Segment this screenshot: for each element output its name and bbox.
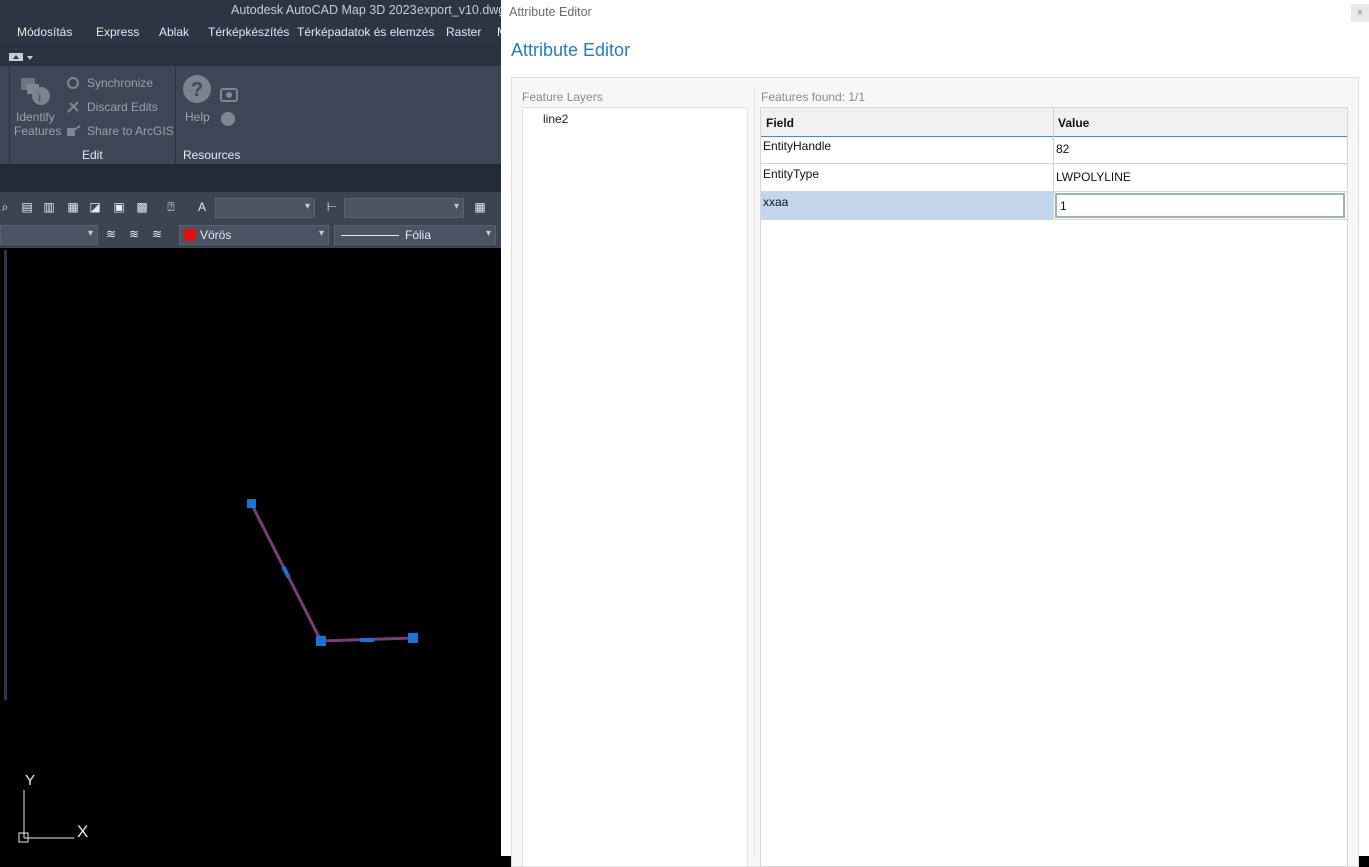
features-found-label: Features found: 1/1	[761, 90, 866, 104]
discard-edits-icon[interactable]	[66, 100, 82, 114]
menu-express[interactable]: Express	[96, 25, 139, 39]
linetype-combo[interactable]: Fólia ▾	[334, 225, 496, 245]
app-title: Autodesk AutoCAD Map 3D 2023	[231, 3, 417, 17]
value-edit-input[interactable]	[1055, 193, 1345, 218]
layer-previous-icon[interactable]: ≋	[148, 225, 166, 243]
table-row-selected[interactable]: xxaa	[761, 192, 1347, 220]
app-title-bar: Autodesk AutoCAD Map 3D 2023 export_v10.…	[0, 0, 501, 22]
sheet-set-icon[interactable]: ▥	[40, 198, 58, 216]
ucs-x-label: X	[77, 822, 88, 841]
attribute-editor-window: Attribute Editor × Attribute Editor Feat…	[501, 0, 1369, 867]
polyline-grip-midpoint-2[interactable]	[360, 638, 374, 642]
globe-icon[interactable]	[220, 111, 238, 127]
polyline-grip-start[interactable]	[247, 499, 256, 508]
value-cell-editing[interactable]	[1053, 192, 1347, 219]
identify-features-label-2[interactable]: Features	[14, 124, 61, 138]
text-style-icon[interactable]: A	[193, 198, 211, 216]
linetype-value: Fólia	[405, 228, 432, 242]
layer-combo[interactable]: ▾	[0, 225, 98, 245]
table-row[interactable]: EntityHandle 82	[761, 136, 1347, 164]
svg-text:?: ?	[191, 79, 203, 101]
drawing-canvas[interactable]: Y X	[0, 250, 501, 856]
calculator-icon[interactable]: ▩	[133, 198, 151, 216]
panel-splitter[interactable]	[754, 87, 755, 857]
color-combo[interactable]: Vörös ▾	[179, 225, 329, 245]
panel-resources-label: Resources	[183, 148, 241, 162]
markup-icon[interactable]: ◪	[86, 198, 104, 216]
menu-terkepkeszites[interactable]: Térképkészítés	[208, 25, 289, 39]
menu-modositas[interactable]: Módosítás	[17, 25, 72, 39]
ucs-y-label: Y	[25, 772, 35, 789]
value-cell[interactable]: LWPOLYLINE	[1053, 164, 1347, 191]
grid-header: Field Value	[761, 108, 1347, 137]
discard-edits-label[interactable]: Discard Edits	[87, 100, 158, 114]
block-icon[interactable]: ▣	[110, 198, 128, 216]
identify-features-icon[interactable]: i	[19, 74, 53, 108]
synchronize-icon[interactable]	[66, 76, 82, 90]
polyline-line2[interactable]	[249, 502, 414, 643]
quick-access-dropdown-icon[interactable]	[9, 52, 35, 62]
menu-raster[interactable]: Raster	[446, 25, 481, 39]
table-row[interactable]: EntityType LWPOLYLINE	[761, 164, 1347, 192]
window-title: Attribute Editor	[509, 5, 592, 19]
ribbon-tab-strip	[0, 42, 501, 66]
camera-icon[interactable]	[220, 86, 238, 102]
help-label[interactable]: Help	[185, 110, 210, 124]
ucs-icon	[18, 790, 74, 843]
zoom-icon[interactable]: ⌕	[0, 198, 14, 216]
menu-terkepadatok[interactable]: Térképadatok és elemzés	[297, 25, 434, 39]
drawing-tab-bar	[0, 164, 501, 192]
layer-match-icon[interactable]: ≋	[125, 225, 143, 243]
column-header-field[interactable]: Field	[766, 116, 794, 130]
field-cell: xxaa	[761, 192, 1053, 219]
linetype-preview	[341, 235, 399, 236]
color-swatch	[184, 229, 196, 241]
text-style-combo[interactable]: ▾	[215, 198, 315, 218]
polyline-grip-midpoint-1[interactable]	[281, 565, 291, 579]
column-separator[interactable]	[1053, 108, 1054, 136]
properties-toolbar: ⌕ ▤ ▥ ▦ ◪ ▣ ▩ ⍰ A ▾ ⊢ ▾ ▦ ▾ ≋ ≋ ≋ Vörös …	[0, 192, 501, 248]
synchronize-label[interactable]: Synchronize	[87, 76, 153, 90]
feature-layers-list: line2	[522, 107, 748, 867]
feature-layers-label: Feature Layers	[522, 90, 603, 104]
drawing-svg[interactable]: Y X	[0, 250, 501, 856]
color-value: Vörös	[200, 228, 232, 242]
close-button[interactable]: ×	[1351, 4, 1369, 22]
canvas-scroll-edge	[4, 250, 7, 700]
field-cell: EntityHandle	[763, 139, 832, 153]
value-cell[interactable]: 82	[1053, 136, 1347, 163]
dimension-style-icon[interactable]: ⊢	[323, 198, 341, 216]
share-to-arcgis-icon[interactable]	[66, 124, 82, 138]
panel-edit-label: Edit	[82, 148, 103, 162]
layer-properties-icon[interactable]: ▤	[18, 198, 36, 216]
identify-features-label-1[interactable]: Identify	[16, 110, 55, 124]
dimension-style-combo[interactable]: ▾	[344, 198, 464, 218]
ribbon-panel: i Identify Features Synchronize Discard …	[0, 66, 501, 164]
ribbon-separator	[9, 66, 10, 164]
table-style-icon[interactable]: ▦	[471, 198, 489, 216]
menu-ablak[interactable]: Ablak	[159, 25, 189, 39]
make-current-layer-icon[interactable]: ≋	[102, 225, 120, 243]
tool-palette-icon[interactable]: ▦	[64, 198, 82, 216]
help-icon[interactable]: ?	[182, 74, 212, 104]
help-circle-icon[interactable]: ⍰	[162, 198, 180, 216]
attribute-editor-heading: Attribute Editor	[511, 40, 631, 60]
share-to-arcgis-label[interactable]: Share to ArcGIS	[87, 124, 174, 138]
polyline-grip-end[interactable]	[408, 633, 418, 643]
layer-item-line2[interactable]: line2	[543, 112, 568, 126]
field-cell: EntityType	[763, 167, 820, 181]
menu-bar: Módosítás Express Ablak Térképkészítés T…	[0, 22, 501, 42]
polyline-grip-vertex[interactable]	[316, 636, 326, 646]
file-title: export_v10.dwg	[417, 3, 501, 17]
autocad-window: Autodesk AutoCAD Map 3D 2023 export_v10.…	[0, 0, 501, 856]
column-header-value[interactable]: Value	[1058, 116, 1089, 130]
attribute-grid: Field Value EntityHandle 82 EntityType L…	[760, 107, 1348, 867]
ribbon-separator	[175, 66, 176, 164]
